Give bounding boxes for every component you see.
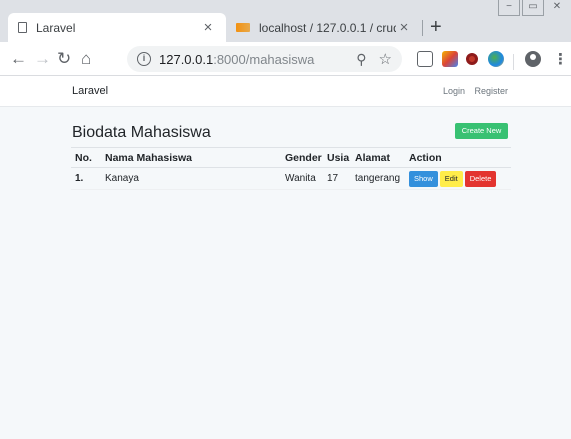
create-new-button[interactable]: Create New bbox=[455, 123, 508, 139]
header-alamat: Alamat bbox=[351, 147, 405, 168]
reload-icon[interactable]: ↻ bbox=[57, 48, 71, 70]
cell-nama: Kanaya bbox=[101, 167, 281, 190]
auth-links: Login Register bbox=[436, 86, 508, 96]
back-icon[interactable]: ← bbox=[10, 48, 27, 70]
cell-no: 1. bbox=[71, 167, 101, 190]
tab-separator bbox=[422, 20, 423, 36]
header-nama: Nama Mahasiswa bbox=[101, 147, 281, 168]
header-action: Action bbox=[405, 147, 511, 168]
more-menu-icon[interactable]: ⋮ bbox=[553, 50, 568, 68]
minimize-icon[interactable]: − bbox=[498, 0, 520, 16]
header-gender: Gender bbox=[281, 147, 323, 168]
show-button[interactable]: Show bbox=[409, 170, 438, 187]
delete-button[interactable]: Delete bbox=[464, 170, 497, 187]
login-link[interactable]: Login bbox=[443, 86, 465, 96]
profile-avatar-icon[interactable] bbox=[525, 51, 541, 67]
info-icon[interactable]: i bbox=[137, 52, 151, 66]
cell-usia: 17 bbox=[323, 167, 351, 190]
zoom-icon[interactable]: ⚲ bbox=[356, 51, 366, 68]
window-controls: − ▭ ✕ bbox=[498, 0, 570, 16]
mahasiswa-table: No. Nama Mahasiswa Gender Usia Alamat Ac… bbox=[71, 147, 511, 190]
bookmark-star-icon[interactable]: ☆ bbox=[379, 50, 392, 68]
url-path: :8000/mahasiswa bbox=[213, 51, 315, 67]
new-tab-button[interactable]: + bbox=[430, 15, 442, 39]
close-window-icon[interactable]: ✕ bbox=[546, 0, 568, 16]
maximize-icon[interactable]: ▭ bbox=[522, 0, 544, 16]
browser-toolbar: ← → ↻ ⌂ i 127.0.0.1:8000/mahasiswa ⚲ ☆ ⋮ bbox=[0, 42, 571, 76]
tab-label: Laravel bbox=[36, 20, 76, 35]
forward-icon[interactable]: → bbox=[34, 48, 51, 70]
globe-extension-icon[interactable] bbox=[488, 51, 504, 67]
page-title: Biodata Mahasiswa bbox=[72, 124, 211, 141]
url-host: 127.0.0.1 bbox=[159, 51, 214, 67]
header-usia: Usia bbox=[323, 147, 351, 168]
edit-button[interactable]: Edit bbox=[439, 170, 463, 187]
close-icon[interactable]: × bbox=[200, 19, 216, 36]
table-row: 1. Kanaya Wanita 17 tangerang Show Edit De… bbox=[71, 167, 511, 190]
phpmyadmin-icon bbox=[236, 23, 250, 32]
address-bar[interactable]: i 127.0.0.1:8000/mahasiswa ⚲ ☆ bbox=[127, 46, 402, 72]
header-no: No. bbox=[71, 147, 101, 168]
record-extension-icon[interactable] bbox=[466, 53, 478, 65]
cell-alamat: tangerang bbox=[351, 167, 405, 190]
tab-laravel[interactable]: Laravel × bbox=[8, 13, 226, 42]
cell-action: Show Edit Delete bbox=[405, 167, 511, 190]
toolbar-separator bbox=[513, 54, 514, 70]
cell-gender: Wanita bbox=[281, 167, 323, 190]
register-link[interactable]: Register bbox=[474, 86, 508, 96]
close-icon[interactable]: × bbox=[396, 19, 412, 36]
tab-label: localhost / 127.0.0.1 / crud / mah bbox=[259, 20, 396, 35]
table-header-row: No. Nama Mahasiswa Gender Usia Alamat Ac… bbox=[71, 147, 511, 168]
extension-icon[interactable] bbox=[442, 51, 458, 67]
home-icon[interactable]: ⌂ bbox=[81, 48, 91, 70]
tab-phpmyadmin[interactable]: localhost / 127.0.0.1 / crud / mah × bbox=[226, 13, 422, 42]
browser-tabstrip: Laravel × localhost / 127.0.0.1 / crud /… bbox=[0, 0, 571, 42]
page-icon bbox=[18, 22, 27, 33]
app-navbar: Laravel Login Register bbox=[0, 76, 571, 107]
page-viewport: Laravel Login Register Biodata Mahasiswa… bbox=[0, 76, 571, 439]
screenshot-extension-icon[interactable] bbox=[417, 51, 433, 67]
brand-link[interactable]: Laravel bbox=[72, 85, 108, 97]
